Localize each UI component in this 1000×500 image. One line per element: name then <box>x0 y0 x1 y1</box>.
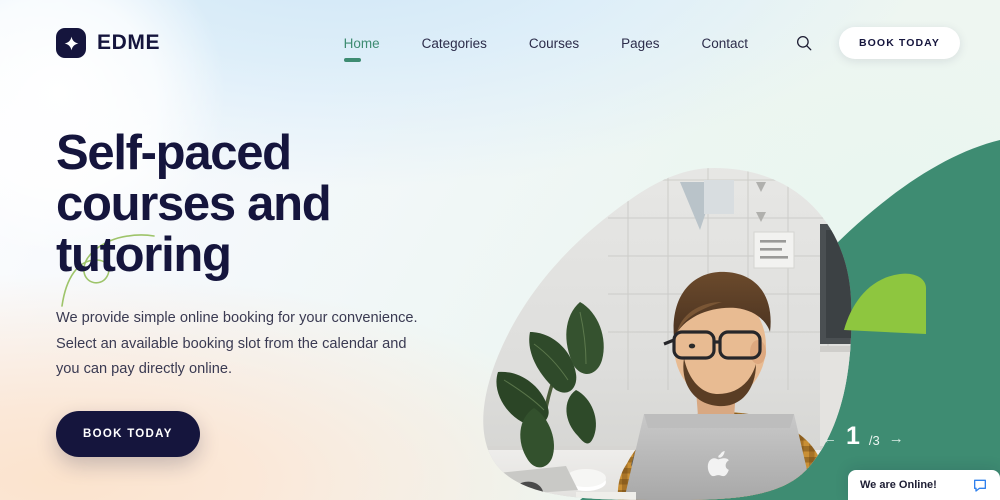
lime-accent-shape <box>842 272 926 334</box>
nav-item-courses[interactable]: Courses <box>508 36 600 51</box>
search-icon[interactable] <box>793 32 815 54</box>
nav-label-categories: Categories <box>421 35 487 51</box>
main-navigation: Home Categories Courses Pages Contact BO… <box>323 27 960 62</box>
book-today-hero-button[interactable]: BOOK TODAY <box>56 410 200 457</box>
nav-item-categories[interactable]: Categories <box>401 36 508 51</box>
brand-name: EDME <box>97 31 161 54</box>
heading-line-3: tutoring <box>56 227 232 282</box>
nav-label-pages: Pages <box>621 35 660 51</box>
chat-bubble-icon[interactable] <box>972 477 988 493</box>
hero-page: EDME Home Categories Courses Pages Conta… <box>0 0 1000 500</box>
hero-content: Self-paced courses and tutoring We provi… <box>56 128 496 457</box>
arrow-right-icon[interactable]: → <box>889 431 904 449</box>
chat-widget[interactable]: We are Online! <box>848 470 1000 500</box>
nav-item-pages[interactable]: Pages <box>600 36 680 51</box>
nav-label-courses: Courses <box>528 35 580 51</box>
nav-label-home: Home <box>343 35 380 51</box>
slider-controls: ← 1 /3 → <box>822 424 904 449</box>
book-today-nav-button[interactable]: BOOK TODAY <box>838 27 960 59</box>
diamond-star-icon <box>56 28 86 58</box>
brand-logo[interactable]: EDME <box>56 28 160 58</box>
chat-status-label: We are Online! <box>860 479 937 491</box>
heading-line-2: courses and <box>56 176 332 231</box>
hero-paragraph: We provide simple online booking for you… <box>56 309 418 378</box>
slide-total: /3 <box>868 433 880 448</box>
page-title: Self-paced courses and tutoring <box>56 128 496 281</box>
nav-label-contact: Contact <box>701 35 748 51</box>
heading-line-1: Self-paced <box>56 126 292 180</box>
arrow-left-icon[interactable]: ← <box>822 431 837 449</box>
nav-active-indicator <box>343 57 361 62</box>
site-header: EDME Home Categories Courses Pages Conta… <box>0 0 1000 86</box>
nav-item-contact[interactable]: Contact <box>680 36 769 51</box>
slide-current: 1 <box>846 422 860 450</box>
nav-item-home[interactable]: Home <box>323 35 401 62</box>
hero-photo <box>468 160 888 500</box>
